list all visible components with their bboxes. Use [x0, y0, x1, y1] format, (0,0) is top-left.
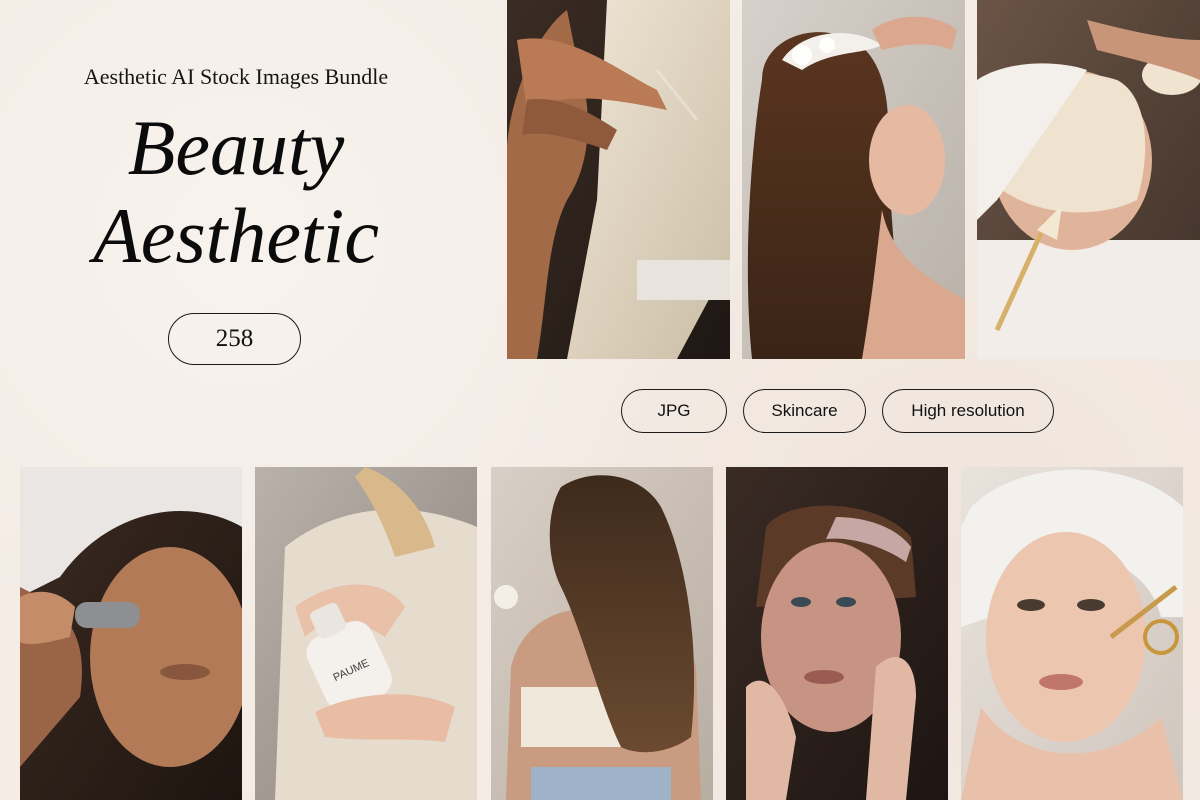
hair-wash-photo [742, 0, 965, 359]
page-title: Beauty Aesthetic [0, 104, 472, 280]
dropper-serum-photo [961, 467, 1183, 800]
bundle-subtitle: Aesthetic AI Stock Images Bundle [83, 64, 389, 89]
clay-mask-photo [726, 467, 948, 800]
serum-bottle-photo: PAUME [255, 467, 477, 800]
image-count-badge: 258 [168, 313, 301, 365]
tag-high-resolution: High resolution [882, 389, 1054, 433]
tag-skincare: Skincare [743, 389, 866, 433]
tag-jpg: JPG [621, 389, 727, 433]
face-mask-brush-photo [977, 0, 1200, 359]
facial-device-photo [20, 467, 242, 800]
title-line-2: Aesthetic [93, 192, 379, 279]
curly-hair-back-photo [491, 467, 713, 800]
legs-robe-photo [507, 0, 730, 359]
title-line-1: Beauty [127, 104, 345, 191]
